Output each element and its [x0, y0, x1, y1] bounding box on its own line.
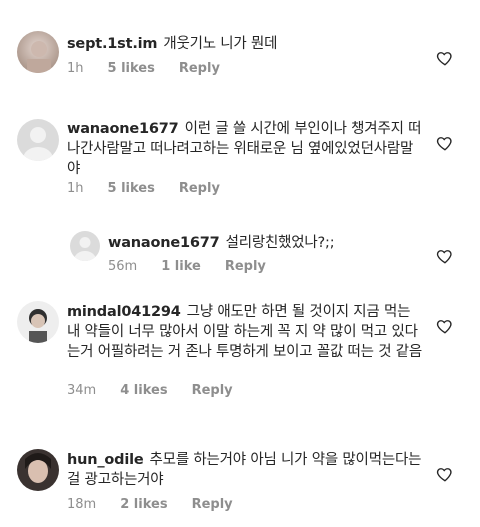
- heart-icon[interactable]: [436, 247, 454, 265]
- comment-text: 개웃기노 니가 뭔데: [163, 36, 278, 52]
- comment-time: 56m: [108, 259, 138, 274]
- heart-icon[interactable]: [436, 465, 454, 483]
- comment-meta: 34m 4 likes Reply: [67, 383, 257, 398]
- comment-username[interactable]: wanaone1677: [108, 235, 220, 251]
- comment-text: 설리랑친했었나?;;: [225, 235, 335, 251]
- heart-icon[interactable]: [436, 317, 454, 335]
- comment-meta: 18m 2 likes Reply: [67, 497, 257, 512]
- likes-count[interactable]: 1 like: [161, 259, 201, 274]
- likes-count[interactable]: 5 likes: [108, 61, 155, 76]
- heart-icon[interactable]: [436, 49, 454, 67]
- comment-meta: 56m 1 like Reply: [108, 259, 290, 274]
- comment-username[interactable]: wanaone1677: [67, 121, 179, 137]
- comment-time: 1h: [67, 61, 84, 76]
- comment-time: 18m: [67, 497, 97, 512]
- likes-count[interactable]: 4 likes: [120, 383, 167, 398]
- avatar[interactable]: [70, 231, 100, 261]
- comment-username[interactable]: sept.1st.im: [67, 36, 158, 52]
- comment-username[interactable]: hun_odile: [67, 452, 144, 468]
- comment-time: 34m: [67, 383, 97, 398]
- comment-meta: 1h 5 likes Reply: [67, 181, 244, 196]
- reply-button[interactable]: Reply: [192, 497, 233, 512]
- avatar[interactable]: [17, 301, 59, 343]
- likes-count[interactable]: 2 likes: [120, 497, 167, 512]
- reply-button[interactable]: Reply: [225, 259, 266, 274]
- avatar[interactable]: [17, 449, 59, 491]
- comment-meta: 1h 5 likes Reply: [67, 61, 244, 76]
- comment-time: 1h: [67, 181, 84, 196]
- reply-button[interactable]: Reply: [179, 181, 220, 196]
- comment-username[interactable]: mindal041294: [67, 304, 181, 320]
- reply-button[interactable]: Reply: [192, 383, 233, 398]
- avatar[interactable]: [17, 31, 59, 73]
- reply-button[interactable]: Reply: [179, 61, 220, 76]
- heart-icon[interactable]: [436, 134, 454, 152]
- likes-count[interactable]: 5 likes: [108, 181, 155, 196]
- avatar[interactable]: [17, 119, 59, 161]
